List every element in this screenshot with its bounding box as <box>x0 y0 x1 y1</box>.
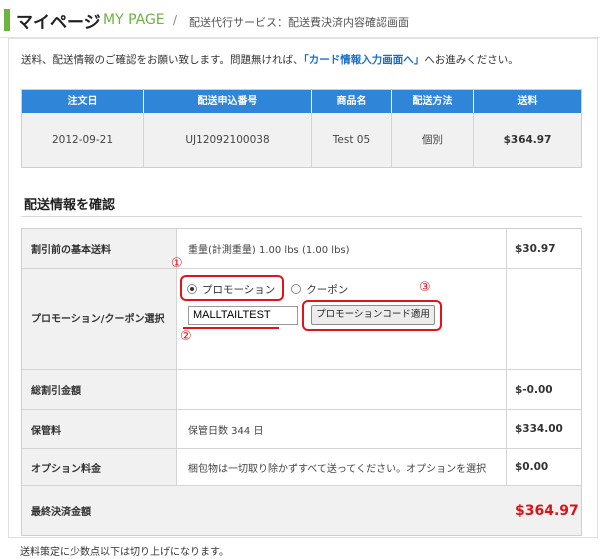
option-row: オプション料金 梱包物は一切取り除かずすべて送ってください。オプションを選択 $… <box>22 449 581 486</box>
total-row: 最終決済金額 $364.97 <box>22 486 581 535</box>
base-fee-detail: 重量(計測重量) 1.00 lbs (1.00 lbs) <box>177 229 507 268</box>
option-label: オプション料金 <box>22 449 177 485</box>
breadcrumb-separator: / <box>173 13 178 27</box>
request-number: UJ12092100038 <box>144 113 312 167</box>
storage-value: $334.00 <box>515 423 563 435</box>
annotation-underline-code <box>183 327 279 329</box>
table-row: 2012-09-21 UJ12092100038 Test 05 個別 $364… <box>22 113 581 167</box>
col-shipping-method: 配送方法 <box>392 90 474 113</box>
annotation-box-promotion <box>180 275 284 301</box>
total-value: $364.97 <box>515 502 579 519</box>
coupon-radio[interactable] <box>291 284 302 294</box>
option-value: $0.00 <box>515 461 549 473</box>
shipping-fee: $364.97 <box>503 134 552 146</box>
intro-after: へお進みください。 <box>424 54 519 66</box>
base-fee-value: $30.97 <box>515 242 556 255</box>
order-table-header: 注文日 配送申込番号 商品名 配送方法 送料 <box>22 90 581 113</box>
order-table: 注文日 配送申込番号 商品名 配送方法 送料 2012-09-21 UJ1209… <box>21 89 582 168</box>
total-detail <box>177 486 507 535</box>
shipping-info-table: 割引前の基本送料 重量(計測重量) 1.00 lbs (1.00 lbs) $3… <box>21 228 582 536</box>
annotation-number-2: ② <box>180 329 192 344</box>
storage-detail: 保管日数 344 日 <box>177 410 507 448</box>
discount-detail <box>177 370 507 409</box>
promo-label: プロモーション/クーポン選択 <box>22 269 177 369</box>
footnote: 送料策定に少数点以下は切り上げになります。 <box>20 547 229 558</box>
annotation-number-1: ① <box>171 256 183 271</box>
col-order-date: 注文日 <box>22 90 144 113</box>
storage-row: 保管料 保管日数 344 日 $334.00 <box>22 410 581 449</box>
total-label: 最終決済金額 <box>22 486 177 535</box>
storage-label: 保管料 <box>22 410 177 448</box>
base-fee-row: 割引前の基本送料 重量(計測重量) 1.00 lbs (1.00 lbs) $3… <box>22 229 581 269</box>
card-info-link[interactable]: 「カード情報入力画面へ」 <box>303 54 424 66</box>
discount-label: 総割引金額 <box>22 370 177 409</box>
promo-code-input[interactable]: MALLTAILTEST <box>188 306 298 325</box>
discount-row: 総割引金額 $-0.00 <box>22 370 581 410</box>
option-detail: 梱包物は一切取り除かずすべて送ってください。オプションを選択 <box>177 449 507 485</box>
base-fee-label: 割引前の基本送料 <box>22 229 177 268</box>
order-date: 2012-09-21 <box>22 113 144 167</box>
breadcrumb: 配送代行サービス：配送費決済内容確認画面 <box>189 16 409 29</box>
discount-value: $-0.00 <box>515 383 553 396</box>
header-accent-bar <box>4 9 10 31</box>
page-header: マイページ MY PAGE / 配送代行サービス：配送費決済内容確認画面 <box>0 0 600 38</box>
intro-text: 送料、配送情報のご確認をお願い致します。問題無ければ、「カード情報入力画面へ」へ… <box>21 52 519 67</box>
product-name: Test 05 <box>312 113 392 167</box>
intro-before: 送料、配送情報のご確認をお願い致します。問題無ければ、 <box>21 54 304 66</box>
page-title: マイページ <box>16 13 101 33</box>
promo-value <box>507 269 581 369</box>
annotation-number-3: ③ <box>419 280 431 295</box>
coupon-radio-label[interactable]: クーポン <box>306 282 348 297</box>
page-title-en: MY PAGE <box>103 12 165 28</box>
col-request-number: 配送申込番号 <box>144 90 312 113</box>
col-shipping-fee: 送料 <box>517 96 538 107</box>
shipping-method: 個別 <box>392 113 474 167</box>
annotation-box-apply <box>302 300 442 331</box>
section-divider <box>21 216 582 217</box>
section-title: 配送情報を確認 <box>24 198 116 213</box>
col-product-name: 商品名 <box>312 90 392 113</box>
